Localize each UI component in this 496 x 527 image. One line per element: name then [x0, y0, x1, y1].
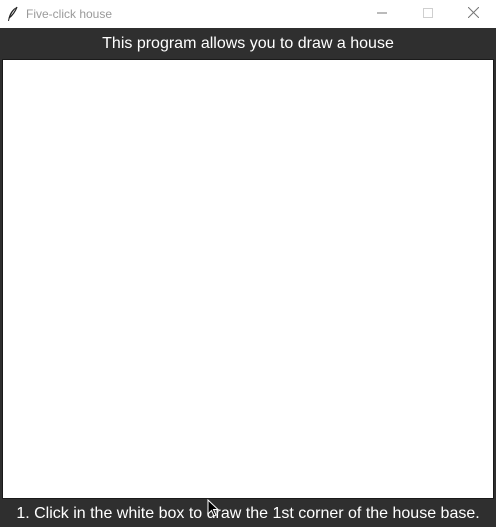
title-bar[interactable]: Five-click house	[0, 0, 496, 28]
close-button[interactable]	[450, 0, 496, 28]
minimize-icon	[377, 5, 387, 23]
feather-icon	[6, 6, 20, 22]
status-label: 1. Click in the white box to draw the 1s…	[0, 500, 496, 527]
maximize-icon	[423, 5, 433, 23]
drawing-canvas[interactable]	[2, 59, 494, 499]
minimize-button[interactable]	[359, 0, 405, 28]
app-window: Five-click house This program allows you…	[0, 0, 496, 527]
maximize-button[interactable]	[405, 0, 451, 28]
close-icon	[467, 5, 479, 23]
header-label: This program allows you to draw a house	[0, 28, 496, 59]
window-title: Five-click house	[26, 7, 113, 21]
